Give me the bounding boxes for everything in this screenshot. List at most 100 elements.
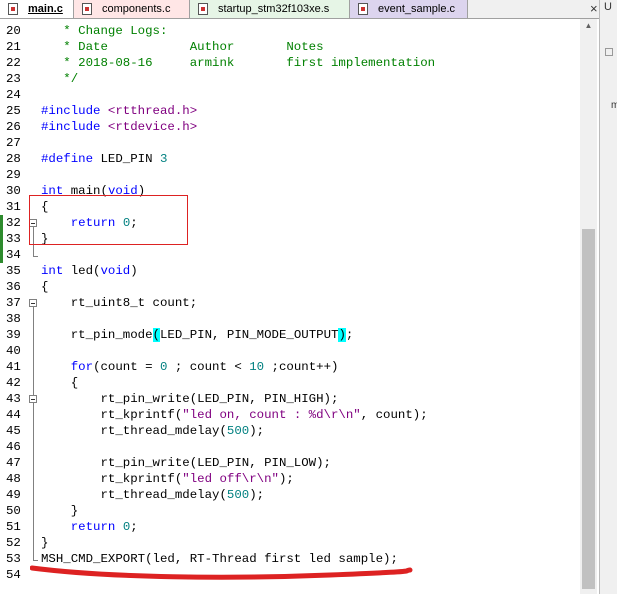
code-token: #define: [41, 152, 101, 166]
code-token: (count =: [93, 360, 160, 374]
tab-event-sample-c[interactable]: event_sample.c: [350, 0, 468, 18]
code-line[interactable]: {: [41, 375, 78, 391]
code-line[interactable]: rt_kprintf("led on, count : %d\r\n", cou…: [41, 407, 428, 423]
code-token: LED_PIN: [100, 152, 160, 166]
line-number: 29: [6, 168, 21, 182]
code-line[interactable]: for(count = 0 ; count < 10 ;count++): [41, 359, 339, 375]
line-number: 37: [6, 296, 21, 310]
code-line[interactable]: #define LED_PIN 3: [41, 151, 167, 167]
close-tab-icon[interactable]: ×: [590, 0, 598, 18]
code-token: {: [41, 376, 79, 390]
code-token: "led on, count : %d\r\n": [182, 408, 361, 422]
code-token: 10: [249, 360, 265, 374]
panel-mark: m: [611, 100, 617, 111]
code-line[interactable]: rt_pin_mode(LED_PIN, PIN_MODE_OUTPUT);: [41, 327, 353, 343]
red-annotation-box: [29, 195, 188, 245]
code-token: LED_PIN, PIN_MODE_OUTPUT: [159, 328, 339, 342]
scroll-up-icon[interactable]: ▲: [580, 19, 597, 33]
line-number: 47: [6, 456, 21, 470]
line-number: 52: [6, 536, 21, 550]
vertical-scrollbar[interactable]: ▲: [580, 19, 597, 594]
fold-toggle-icon[interactable]: [29, 395, 37, 403]
code-token: "led off\r\n": [182, 472, 279, 486]
code-token: void: [100, 264, 131, 278]
tab-startup-s[interactable]: startup_stm32f103xe.s: [190, 0, 350, 18]
line-number: 43: [6, 392, 21, 406]
code-token: <rtdevice.h>: [107, 120, 198, 134]
red-annotation-underline: [30, 565, 413, 580]
code-line[interactable]: rt_pin_write(LED_PIN, PIN_LOW);: [41, 455, 331, 471]
fold-end: [33, 256, 38, 257]
code-line[interactable]: * Change Logs:: [41, 23, 167, 39]
tab-label: components.c: [102, 3, 171, 15]
code-token: rt_thread_mdelay(: [41, 424, 227, 438]
c-file-icon: [358, 3, 368, 15]
panel-letter: U: [604, 1, 612, 13]
code-line[interactable]: return 0;: [41, 519, 138, 535]
line-number: 35: [6, 264, 21, 278]
line-number: 51: [6, 520, 21, 534]
code-token: led(: [63, 264, 101, 278]
line-number: 22: [6, 56, 21, 70]
code-line[interactable]: #include <rtdevice.h>: [41, 119, 197, 135]
code-line[interactable]: rt_thread_mdelay(500);: [41, 423, 264, 439]
code-token: {: [41, 280, 49, 294]
code-editor[interactable]: * Change Logs: * Date Author Notes * 201…: [41, 19, 581, 594]
line-number: 26: [6, 120, 21, 134]
code-line[interactable]: * Date Author Notes: [41, 39, 323, 55]
line-number: 54: [6, 568, 21, 582]
tab-main-c[interactable]: main.c: [0, 0, 74, 18]
code-token: ): [130, 264, 138, 278]
code-token: ;count++): [264, 360, 339, 374]
code-line[interactable]: }: [41, 535, 48, 551]
code-token: ;: [130, 520, 138, 534]
code-token: rt_uint8_t count;: [41, 296, 198, 310]
line-number: 41: [6, 360, 21, 374]
line-number: 49: [6, 488, 21, 502]
fold-end: [33, 560, 38, 561]
line-number-gutter: 20 21 22 23 24 25 26 27 28 29 30 31 32 33 34 35 36 37 38 39…: [0, 19, 40, 594]
code-line[interactable]: rt_uint8_t count;: [41, 295, 197, 311]
code-token: 500: [226, 488, 250, 502]
code-line[interactable]: int led(void): [41, 263, 138, 279]
code-token: , count);: [360, 408, 428, 422]
code-token: rt_thread_mdelay(: [41, 488, 227, 502]
code-line[interactable]: rt_thread_mdelay(500);: [41, 487, 264, 503]
code-line[interactable]: * 2018-08-16 armink first implementation: [41, 55, 435, 71]
code-token: rt_pin_write(LED_PIN, PIN_HIGH);: [41, 392, 339, 406]
code-line[interactable]: #include <rtthread.h>: [41, 103, 197, 119]
code-line[interactable]: rt_pin_write(LED_PIN, PIN_HIGH);: [41, 391, 338, 407]
line-number: 45: [6, 424, 21, 438]
line-number: 44: [6, 408, 21, 422]
asm-file-icon: [198, 3, 208, 15]
fold-toggle-icon[interactable]: [29, 299, 37, 307]
code-token: ;: [345, 328, 354, 342]
code-token: * 2018-08-16 armink first implementation: [41, 56, 436, 70]
fold-line: [33, 307, 34, 560]
line-number: 40: [6, 344, 21, 358]
c-file-icon: [8, 3, 18, 15]
line-number: 31: [6, 200, 21, 214]
tab-label: event_sample.c: [378, 3, 456, 15]
code-token: int: [41, 264, 64, 278]
line-number: 27: [6, 136, 21, 150]
code-line[interactable]: rt_kprintf("led off\r\n");: [41, 471, 294, 487]
line-number: 25: [6, 104, 21, 118]
code-token: for: [70, 360, 94, 374]
code-token: );: [278, 472, 294, 486]
tab-label: startup_stm32f103xe.s: [218, 3, 330, 15]
scrollbar-thumb[interactable]: [582, 229, 595, 589]
code-token: (: [152, 328, 160, 342]
code-line[interactable]: */: [41, 71, 78, 87]
line-number: 33: [6, 232, 21, 246]
panel-box-icon[interactable]: [605, 48, 613, 56]
line-number: 38: [6, 312, 21, 326]
tab-components-c[interactable]: components.c: [74, 0, 190, 18]
code-line[interactable]: }: [41, 503, 78, 519]
code-token: );: [249, 424, 265, 438]
code-line[interactable]: {: [41, 279, 48, 295]
line-number: 28: [6, 152, 21, 166]
line-number: 24: [6, 88, 21, 102]
